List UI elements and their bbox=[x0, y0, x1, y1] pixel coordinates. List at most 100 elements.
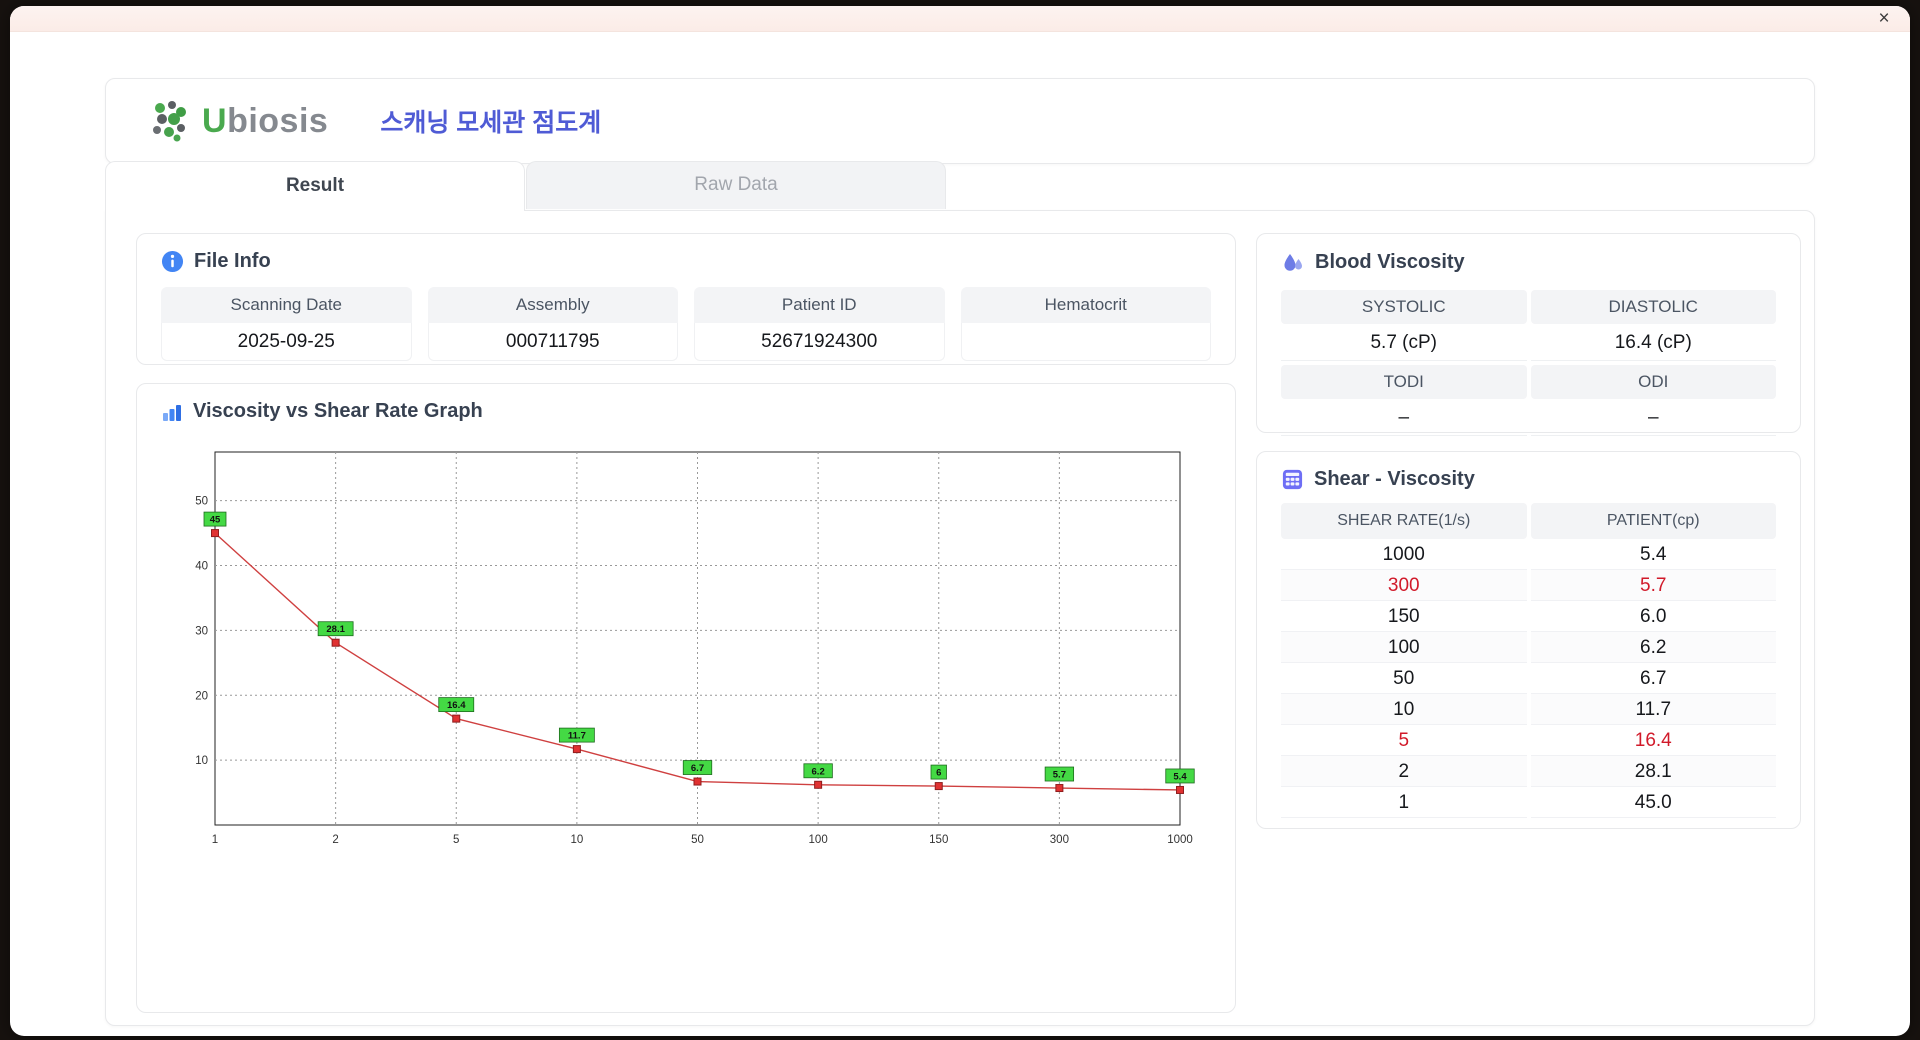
viscosity-graph-card: Viscosity vs Shear Rate Graph 10 20 30 40 50… bbox=[136, 383, 1236, 1013]
blood-viscosity-table: SYSTOLIC DIASTOLIC 5.7 (cP) 16.4 (cP) TO… bbox=[1257, 284, 1800, 436]
bar-chart-icon bbox=[161, 401, 183, 423]
shear-rate-cell: 50 bbox=[1281, 663, 1527, 694]
patient-column-header: PATIENT(cp) bbox=[1530, 503, 1776, 539]
patient-viscosity-cell: 45.0 bbox=[1530, 787, 1776, 818]
table-row: 10 11.7 bbox=[1281, 694, 1776, 725]
patient-viscosity-cell: 5.4 bbox=[1530, 539, 1776, 570]
svg-text:40: 40 bbox=[195, 561, 208, 573]
field-label: Hematocrit bbox=[960, 287, 1211, 323]
app-window: × Ubiosis 스캐닝 모세관 점도계 Result Raw Data Fi… bbox=[10, 6, 1910, 1036]
svg-text:300: 300 bbox=[1050, 834, 1069, 846]
svg-text:100: 100 bbox=[809, 834, 828, 846]
svg-text:50: 50 bbox=[691, 834, 704, 846]
table-row: 300 5.7 bbox=[1281, 570, 1776, 601]
field-value: 52671924300 bbox=[694, 323, 945, 361]
patient-viscosity-cell: 6.0 bbox=[1530, 601, 1776, 632]
shear-rate-cell: 5 bbox=[1281, 725, 1527, 756]
field-value: 2025-09-25 bbox=[161, 323, 412, 361]
file-info-card: File Info Scanning Date 2025-09-25 Assem… bbox=[136, 233, 1236, 365]
svg-text:6.7: 6.7 bbox=[691, 763, 704, 774]
svg-text:1: 1 bbox=[212, 834, 218, 846]
graph-title: Viscosity vs Shear Rate Graph bbox=[193, 400, 483, 422]
viscosity-chart: 10 20 30 40 50 1 2 5 10 50 100 150 300 1000 45 28.1 16.4… bbox=[165, 440, 1209, 857]
blood-viscosity-title: Blood Viscosity bbox=[1315, 250, 1465, 273]
info-icon bbox=[161, 250, 184, 273]
patient-viscosity-cell: 28.1 bbox=[1530, 756, 1776, 787]
field-label: Assembly bbox=[427, 287, 678, 323]
droplets-icon bbox=[1281, 250, 1305, 274]
field-value: 000711795 bbox=[427, 323, 678, 361]
patient-viscosity-cell: 6.7 bbox=[1530, 663, 1776, 694]
svg-text:28.1: 28.1 bbox=[326, 624, 345, 635]
svg-text:1000: 1000 bbox=[1167, 834, 1193, 846]
grid-table-icon bbox=[1281, 468, 1304, 491]
svg-text:16.4: 16.4 bbox=[447, 700, 466, 711]
table-row: 100 6.2 bbox=[1281, 632, 1776, 663]
tab-raw-data[interactable]: Raw Data bbox=[526, 161, 946, 209]
svg-text:10: 10 bbox=[195, 755, 208, 767]
todi-header: TODI bbox=[1281, 365, 1527, 399]
table-row: 150 6.0 bbox=[1281, 601, 1776, 632]
patient-viscosity-cell: 5.7 bbox=[1530, 570, 1776, 601]
logo-text-rest: biosis bbox=[227, 101, 329, 140]
file-info-col-scanning-date: Scanning Date 2025-09-25 bbox=[161, 287, 412, 361]
shear-rate-cell: 150 bbox=[1281, 601, 1527, 632]
diastolic-value: 16.4 (cP) bbox=[1530, 324, 1776, 361]
page-title: 스캐닝 모세관 점도계 bbox=[380, 109, 602, 137]
svg-text:50: 50 bbox=[195, 496, 208, 508]
field-value bbox=[960, 323, 1211, 361]
shear-viscosity-table: SHEAR RATE(1/s) PATIENT(cp) 1000 5.4 300 5.… bbox=[1257, 501, 1800, 818]
svg-text:6: 6 bbox=[936, 768, 941, 779]
systolic-value: 5.7 (cP) bbox=[1281, 324, 1527, 361]
file-info-col-assembly: Assembly 000711795 bbox=[427, 287, 678, 361]
table-row: 1 45.0 bbox=[1281, 787, 1776, 818]
patient-viscosity-cell: 16.4 bbox=[1530, 725, 1776, 756]
app-logo: Ubiosis bbox=[148, 99, 328, 143]
field-label: Scanning Date bbox=[161, 287, 412, 323]
shear-rate-cell: 100 bbox=[1281, 632, 1527, 663]
file-info-col-patient-id: Patient ID 52671924300 bbox=[694, 287, 945, 361]
svg-text:5.7: 5.7 bbox=[1053, 770, 1066, 781]
odi-value: – bbox=[1530, 399, 1776, 436]
file-info-title: File Info bbox=[194, 250, 271, 272]
file-info-col-hematocrit: Hematocrit bbox=[960, 287, 1211, 361]
patient-viscosity-cell: 11.7 bbox=[1530, 694, 1776, 725]
odi-header: ODI bbox=[1530, 365, 1776, 399]
table-row: 5 16.4 bbox=[1281, 725, 1776, 756]
diastolic-header: DIASTOLIC bbox=[1530, 290, 1776, 324]
table-row: 50 6.7 bbox=[1281, 663, 1776, 694]
patient-viscosity-cell: 6.2 bbox=[1530, 632, 1776, 663]
systolic-header: SYSTOLIC bbox=[1281, 290, 1527, 324]
content-panel: File Info Scanning Date 2025-09-25 Assem… bbox=[105, 210, 1815, 1026]
logo-text-accent: U bbox=[202, 101, 228, 140]
svg-text:11.7: 11.7 bbox=[568, 731, 586, 742]
shear-rate-cell: 300 bbox=[1281, 570, 1527, 601]
todi-value: – bbox=[1281, 399, 1527, 436]
shear-rate-cell: 2 bbox=[1281, 756, 1527, 787]
svg-text:5: 5 bbox=[453, 834, 459, 846]
svg-text:6.2: 6.2 bbox=[812, 766, 825, 777]
close-icon[interactable]: × bbox=[1872, 7, 1896, 31]
svg-text:5.4: 5.4 bbox=[1173, 771, 1187, 782]
svg-text:20: 20 bbox=[195, 690, 208, 702]
svg-text:30: 30 bbox=[195, 625, 208, 637]
shear-viscosity-card: Shear - Viscosity SHEAR RATE(1/s) PATIEN… bbox=[1256, 451, 1801, 829]
header-card: Ubiosis 스캐닝 모세관 점도계 bbox=[105, 78, 1815, 164]
file-info-grid: Scanning Date 2025-09-25 Assembly 000711… bbox=[137, 283, 1235, 361]
svg-text:10: 10 bbox=[570, 834, 583, 846]
tab-result[interactable]: Result bbox=[105, 161, 525, 211]
table-row: 2 28.1 bbox=[1281, 756, 1776, 787]
svg-text:150: 150 bbox=[929, 834, 948, 846]
field-label: Patient ID bbox=[694, 287, 945, 323]
shear-rate-cell: 1 bbox=[1281, 787, 1527, 818]
blood-viscosity-card: Blood Viscosity SYSTOLIC DIASTOLIC 5.7 (… bbox=[1256, 233, 1801, 436]
shear-rate-cell: 10 bbox=[1281, 694, 1527, 725]
shear-rate-column-header: SHEAR RATE(1/s) bbox=[1281, 503, 1527, 539]
shear-viscosity-title: Shear - Viscosity bbox=[1314, 468, 1475, 490]
svg-text:45: 45 bbox=[210, 515, 221, 526]
svg-text:2: 2 bbox=[332, 834, 338, 846]
shear-table-body: 1000 5.4 300 5.7 150 6.0 100 6.2 50 6.7 10 11.7 5 16.… bbox=[1281, 539, 1776, 818]
title-bar: × bbox=[10, 6, 1910, 32]
logo-mark-icon bbox=[148, 99, 194, 143]
logo-text: Ubiosis bbox=[202, 102, 328, 141]
